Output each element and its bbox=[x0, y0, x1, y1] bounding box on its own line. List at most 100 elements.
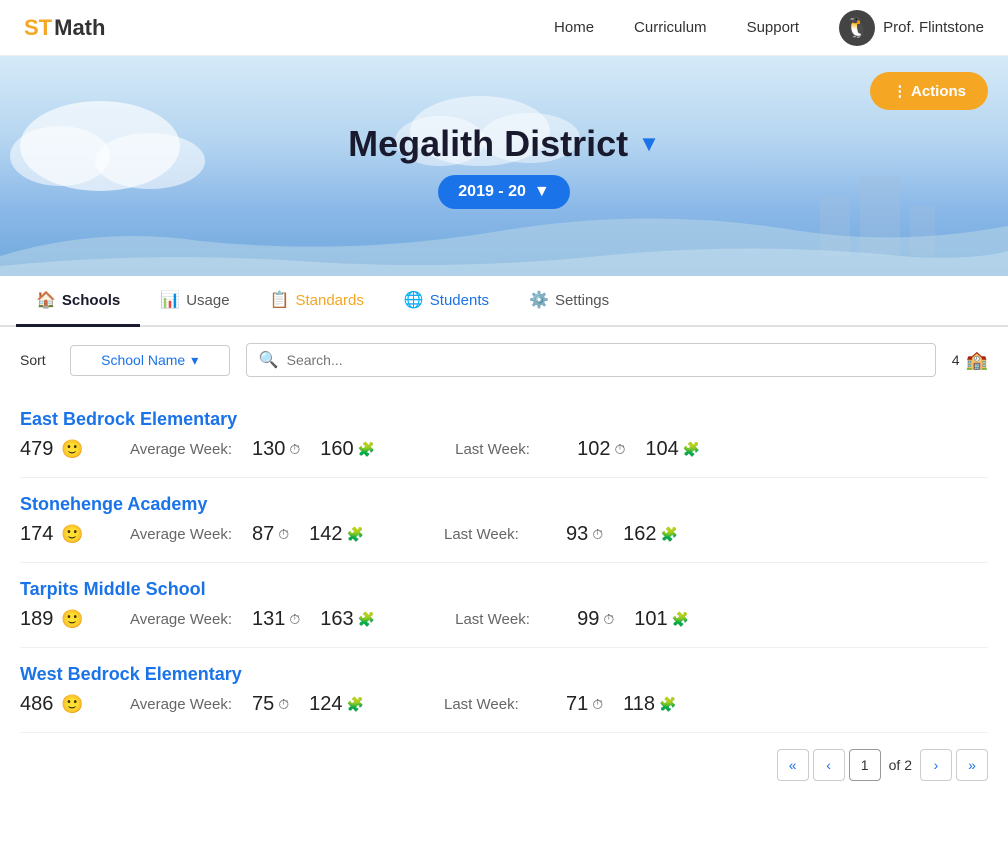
last-time-2: 99 ⏱ bbox=[577, 608, 634, 631]
puzzle-icon-last-0: 🧩 bbox=[683, 441, 700, 458]
avg-puzzles-2: 163 🧩 bbox=[320, 608, 395, 631]
year-label: 2019 - 20 bbox=[458, 183, 526, 201]
school-item-3: West Bedrock Elementary 486 🙂 Average We… bbox=[20, 648, 988, 733]
avatar: 🐧 bbox=[839, 10, 875, 46]
last-time-3: 71 ⏱ bbox=[566, 693, 623, 716]
school-name-1[interactable]: Stonehenge Academy bbox=[20, 494, 988, 515]
avg-time-0: 130 ⏱ bbox=[252, 438, 320, 461]
search-box: 🔍 bbox=[246, 343, 936, 377]
tab-usage-label: Usage bbox=[186, 292, 229, 309]
clock-icon-avg-2: ⏱ bbox=[289, 611, 300, 628]
last-puzzles-3: 118 🧩 bbox=[623, 693, 696, 716]
next-page-button[interactable]: › bbox=[920, 749, 952, 781]
puzzle-icon-avg-1: 🧩 bbox=[347, 526, 364, 543]
district-title: Megalith District bbox=[348, 123, 628, 165]
tab-standards[interactable]: 📋 Standards bbox=[250, 276, 384, 327]
puzzle-icon-avg-3: 🧩 bbox=[347, 696, 364, 713]
student-count-1: 174 🙂 bbox=[20, 523, 130, 546]
clock-icon-avg-1: ⏱ bbox=[278, 526, 289, 543]
nav-links: Home Curriculum Support bbox=[554, 19, 799, 36]
search-input[interactable] bbox=[287, 352, 923, 368]
user-area[interactable]: 🐧 Prof. Flintstone bbox=[839, 10, 984, 46]
puzzle-icon-avg-0: 🧩 bbox=[358, 441, 375, 458]
student-count-3: 486 🙂 bbox=[20, 693, 130, 716]
school-item-2: Tarpits Middle School 189 🙂 Average Week… bbox=[20, 563, 988, 648]
school-name-2[interactable]: Tarpits Middle School bbox=[20, 579, 988, 600]
clock-icon-avg-0: ⏱ bbox=[289, 441, 300, 458]
first-page-button[interactable]: « bbox=[777, 749, 809, 781]
tab-schools[interactable]: 🏠 Schools bbox=[16, 276, 140, 327]
tab-students[interactable]: 🌐 Students bbox=[384, 276, 509, 327]
current-page-button[interactable]: 1 bbox=[849, 749, 881, 781]
school-stats-3: 486 🙂 Average Week: 75 ⏱ 124 🧩 Last Week… bbox=[20, 693, 988, 716]
clock-icon-last-1: ⏱ bbox=[592, 526, 603, 543]
smiley-icon-2: 🙂 bbox=[61, 609, 83, 630]
sort-select[interactable]: School Name ▾ bbox=[70, 345, 230, 376]
puzzle-icon-last-2: 🧩 bbox=[672, 611, 689, 628]
school-item-0: East Bedrock Elementary 479 🙂 Average We… bbox=[20, 393, 988, 478]
nav-home[interactable]: Home bbox=[554, 19, 594, 36]
avg-week-label-3: Average Week: bbox=[130, 696, 240, 713]
settings-icon: ⚙️ bbox=[529, 290, 549, 310]
last-time-0: 102 ⏱ bbox=[577, 438, 645, 461]
prev-page-button[interactable]: ‹ bbox=[813, 749, 845, 781]
schools-icon: 🏠 bbox=[36, 290, 56, 310]
tab-settings-label: Settings bbox=[555, 292, 609, 309]
sort-label: Sort bbox=[20, 352, 46, 368]
standards-icon: 📋 bbox=[270, 290, 290, 310]
puzzle-icon-last-1: 🧩 bbox=[661, 526, 678, 543]
student-count-2: 189 🙂 bbox=[20, 608, 130, 631]
last-puzzles-0: 104 🧩 bbox=[645, 438, 720, 461]
district-dropdown-icon[interactable]: ▼ bbox=[638, 131, 660, 157]
school-name-3[interactable]: West Bedrock Elementary bbox=[20, 664, 988, 685]
last-week-label-2: Last Week: bbox=[455, 611, 565, 628]
filter-icon[interactable]: 🏫 bbox=[966, 350, 988, 371]
smiley-icon-0: 🙂 bbox=[61, 439, 83, 460]
controls-row: Sort School Name ▾ 🔍 4 🏫 bbox=[0, 327, 1008, 393]
school-name-0[interactable]: East Bedrock Elementary bbox=[20, 409, 988, 430]
school-stats-1: 174 🙂 Average Week: 87 ⏱ 142 🧩 Last Week… bbox=[20, 523, 988, 546]
logo: ST Math bbox=[24, 15, 105, 41]
pagination: « ‹ 1 of 2 › » bbox=[0, 733, 1008, 797]
page-of-label: of 2 bbox=[889, 757, 912, 773]
avg-week-label-2: Average Week: bbox=[130, 611, 240, 628]
students-icon: 🌐 bbox=[404, 290, 424, 310]
avg-puzzles-0: 160 🧩 bbox=[320, 438, 395, 461]
last-week-label-3: Last Week: bbox=[444, 696, 554, 713]
school-item-1: Stonehenge Academy 174 🙂 Average Week: 8… bbox=[20, 478, 988, 563]
clock-icon-last-2: ⏱ bbox=[603, 611, 614, 628]
last-week-label-0: Last Week: bbox=[455, 441, 565, 458]
last-week-label-1: Last Week: bbox=[444, 526, 554, 543]
school-stats-2: 189 🙂 Average Week: 131 ⏱ 163 🧩 Last Wee… bbox=[20, 608, 988, 631]
puzzle-icon-avg-2: 🧩 bbox=[358, 611, 375, 628]
clock-icon-last-3: ⏱ bbox=[592, 696, 603, 713]
tab-schools-label: Schools bbox=[62, 292, 120, 309]
nav-support[interactable]: Support bbox=[747, 19, 800, 36]
tab-standards-label: Standards bbox=[295, 292, 363, 309]
schools-list: East Bedrock Elementary 479 🙂 Average We… bbox=[0, 393, 1008, 733]
user-name: Prof. Flintstone bbox=[883, 19, 984, 36]
hero-clouds bbox=[0, 56, 1008, 276]
smiley-icon-1: 🙂 bbox=[61, 524, 83, 545]
clock-icon-last-0: ⏱ bbox=[614, 441, 625, 458]
hero-title-row: Megalith District ▼ bbox=[348, 123, 660, 165]
year-badge[interactable]: 2019 - 20 ▼ bbox=[438, 175, 569, 209]
clock-icon-avg-3: ⏱ bbox=[278, 696, 289, 713]
tab-settings[interactable]: ⚙️ Settings bbox=[509, 276, 629, 327]
smiley-icon-3: 🙂 bbox=[61, 694, 83, 715]
avg-time-2: 131 ⏱ bbox=[252, 608, 320, 631]
year-chevron-icon: ▼ bbox=[534, 183, 550, 201]
avg-week-label-0: Average Week: bbox=[130, 441, 240, 458]
last-page-button[interactable]: » bbox=[956, 749, 988, 781]
school-stats-0: 479 🙂 Average Week: 130 ⏱ 160 🧩 Last Wee… bbox=[20, 438, 988, 461]
actions-button[interactable]: ⋮ Actions bbox=[870, 72, 988, 110]
sort-value: School Name bbox=[101, 352, 185, 368]
tab-usage[interactable]: 📊 Usage bbox=[140, 276, 249, 327]
nav-curriculum[interactable]: Curriculum bbox=[634, 19, 707, 36]
puzzle-icon-last-3: 🧩 bbox=[659, 696, 676, 713]
last-puzzles-1: 162 🧩 bbox=[623, 523, 698, 546]
avg-puzzles-1: 142 🧩 bbox=[309, 523, 384, 546]
search-icon: 🔍 bbox=[259, 350, 279, 370]
avg-time-1: 87 ⏱ bbox=[252, 523, 309, 546]
count-area: 4 🏫 bbox=[952, 350, 988, 371]
